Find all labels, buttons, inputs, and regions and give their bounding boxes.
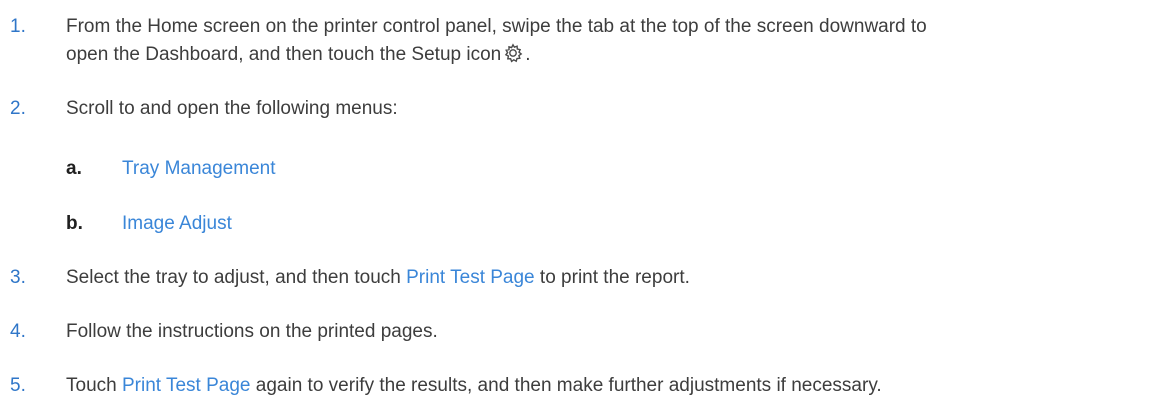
step-text-after: to print the report. xyxy=(539,267,690,288)
step-text: Touch Print Test Page again to verify th… xyxy=(66,373,1162,399)
step-text: open the Dashboard, and then touch the S… xyxy=(66,44,502,65)
step-number: 1. xyxy=(10,16,26,37)
step-text-before: Touch xyxy=(66,375,117,396)
gear-icon xyxy=(503,43,523,63)
step-text-line-1: From the Home screen on the printer cont… xyxy=(66,16,927,37)
step-number: 3. xyxy=(10,267,26,288)
menu-link-image-adjust[interactable]: Image Adjust xyxy=(122,211,1170,237)
step-number: 2. xyxy=(10,98,26,119)
step-number: 5. xyxy=(10,375,26,396)
step-text: Scroll to and open the following menus: xyxy=(66,98,398,119)
step-text: Follow the instructions on the printed p… xyxy=(66,321,438,342)
instruction-list: 1. From the Home screen on the printer c… xyxy=(0,0,1170,407)
step-text: Select the tray to adjust, and then touc… xyxy=(66,265,1162,291)
print-test-page-link[interactable]: Print Test Page xyxy=(406,267,535,288)
step-text-before: Select the tray to adjust, and then touc… xyxy=(66,267,401,288)
print-test-page-link[interactable]: Print Test Page xyxy=(122,375,251,396)
step-text-line-2: open the Dashboard, and then touch the S… xyxy=(66,42,1162,68)
substep-letter: a. xyxy=(66,158,82,179)
step-number: 4. xyxy=(10,321,26,342)
step-text-after: again to verify the results, and then ma… xyxy=(255,375,882,396)
substep-letter: b. xyxy=(66,213,83,234)
menu-link-tray-management[interactable]: Tray Management xyxy=(122,156,1170,182)
step-text-end: . xyxy=(525,44,531,65)
